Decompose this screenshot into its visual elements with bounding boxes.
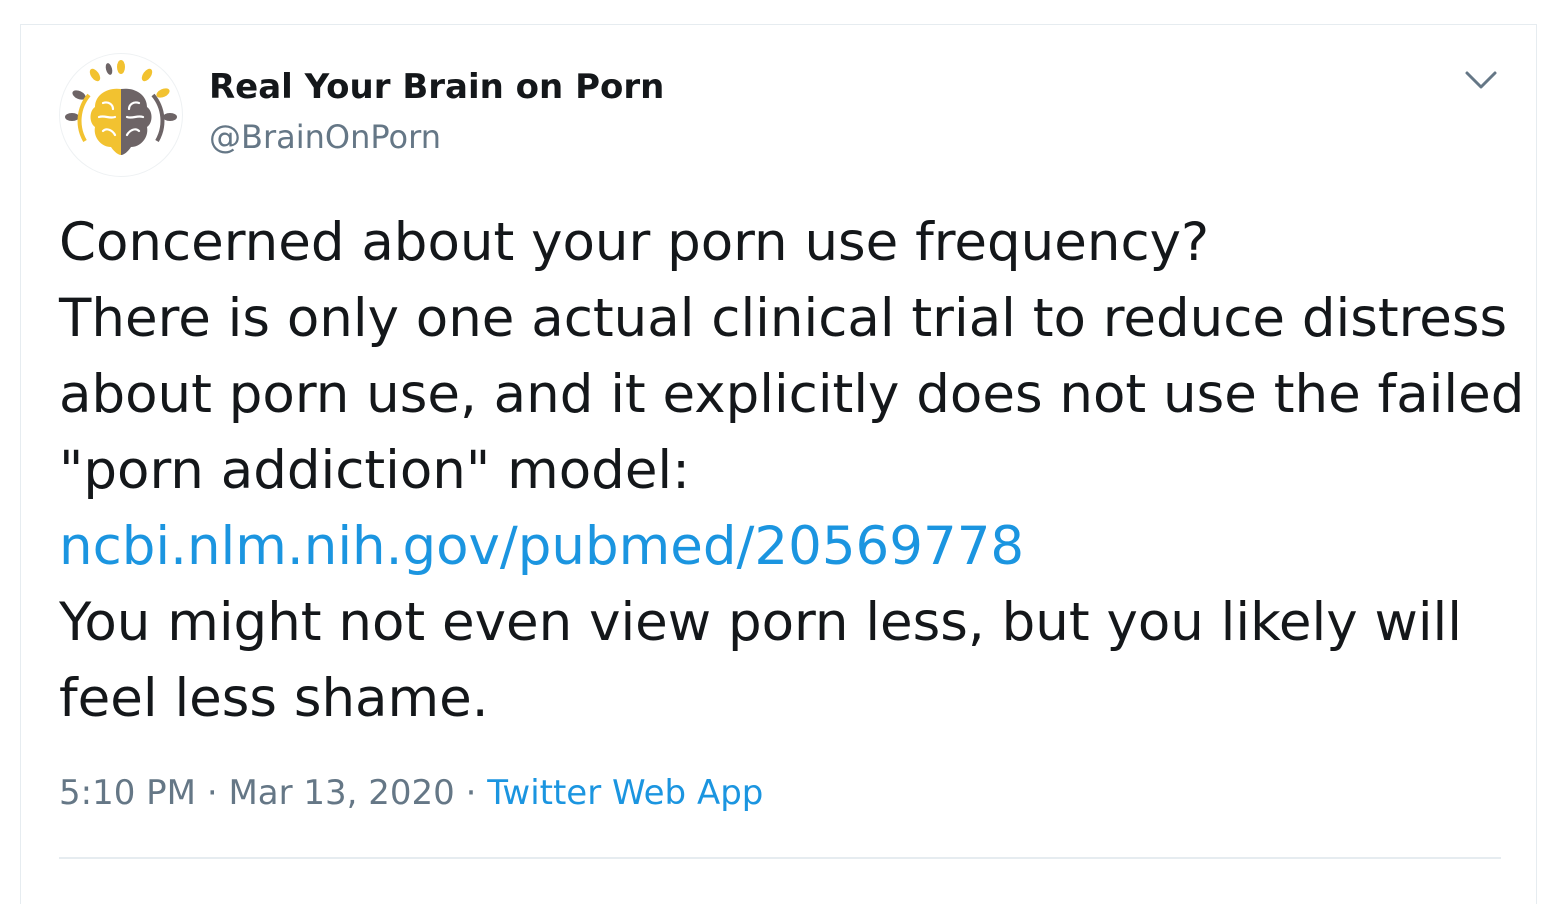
- tweet-text-line: about porn use, and it explicitly does n…: [59, 364, 1525, 425]
- tweet-link[interactable]: ncbi.nlm.nih.gov/pubmed/20569778: [59, 516, 1024, 577]
- author-handle[interactable]: @BrainOnPorn: [209, 118, 441, 156]
- tweet-text-line: "porn addiction" model:: [59, 440, 691, 501]
- more-options-button[interactable]: [1459, 63, 1503, 99]
- tweet-source-link[interactable]: Twitter Web App: [487, 773, 763, 813]
- tweet-time[interactable]: 5:10 PM: [59, 773, 196, 813]
- author-name[interactable]: Real Your Brain on Porn: [209, 67, 664, 107]
- divider: [59, 857, 1501, 859]
- tweet-text-line: There is only one actual clinical trial …: [59, 288, 1508, 349]
- meta-separator: ·: [465, 773, 477, 813]
- tweet-text: Concerned about your porn use frequency?…: [59, 205, 1525, 737]
- tweet-text-line: Concerned about your porn use frequency?: [59, 212, 1210, 273]
- tweet-card: Real Your Brain on Porn @BrainOnPorn Con…: [20, 24, 1537, 904]
- tweet-date[interactable]: Mar 13, 2020: [228, 773, 454, 813]
- avatar[interactable]: [59, 53, 183, 177]
- tweet-meta: 5:10 PM · Mar 13, 2020 · Twitter Web App: [59, 773, 763, 813]
- meta-separator: ·: [206, 773, 218, 813]
- brain-logo-icon: [65, 60, 177, 155]
- tweet-text-line: You might not even view porn less, but y…: [59, 592, 1462, 653]
- tweet-text-line: feel less shame.: [59, 668, 489, 729]
- chevron-down-icon: [1465, 71, 1497, 89]
